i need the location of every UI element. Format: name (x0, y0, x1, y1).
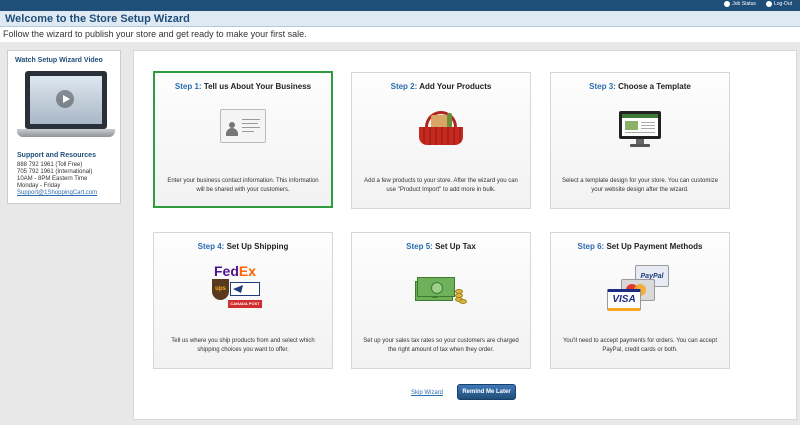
step-name: Set Up Payment Methods (606, 242, 703, 251)
ups-logo: ups (212, 279, 229, 300)
visa-logo: VISA (607, 289, 641, 311)
contact-card-icon (220, 109, 266, 143)
logout-link[interactable]: Log-Out (765, 1, 792, 7)
video-title: Watch Setup Wizard Video (15, 57, 103, 64)
video-thumbnail[interactable] (17, 71, 115, 143)
credit-cards-icon: PayPal VISA (605, 265, 675, 315)
step-card-payment[interactable]: Step 6: Set Up Payment Methods PayPal VI… (550, 232, 730, 369)
money-icon (415, 271, 467, 307)
phone-international: 705 792 1961 (International) (17, 169, 93, 175)
shipping-carriers-icon: FedEx ups CANADA POST (212, 263, 274, 317)
step-title: Step 5: Set Up Tax (352, 242, 530, 251)
step-name: Choose a Template (618, 82, 691, 91)
laptop-screen (25, 71, 107, 129)
step-title: Step 2: Add Your Products (352, 82, 530, 91)
job-status-icon (724, 1, 731, 7)
page-title: Welcome to the Store Setup Wizard (5, 13, 190, 25)
monitor-template-icon (619, 111, 661, 147)
top-bar: Job Status Log-Out (0, 0, 800, 11)
step-description: Add a few products to your store. After … (364, 178, 518, 193)
wizard-panel: Step 1: Tell us About Your Business Ente… (133, 50, 797, 420)
job-status-label: Job Status (732, 1, 756, 7)
laptop-base (17, 129, 115, 137)
support-days: Monday - Friday (17, 183, 61, 189)
logout-icon (765, 1, 772, 7)
fedex-logo: FedEx (214, 263, 257, 279)
step-card-products[interactable]: Step 2: Add Your Products Add a few prod… (351, 72, 531, 209)
remind-me-later-button[interactable]: Remind Me Later (457, 384, 516, 400)
step-card-tax[interactable]: Step 5: Set Up Tax Set up your sales tax… (351, 232, 531, 369)
step-description: Enter your business contact information.… (167, 178, 319, 193)
usps-logo (230, 282, 260, 296)
step-name: Tell us About Your Business (203, 82, 312, 91)
support-title: Support and Resources (17, 152, 96, 159)
person-icon (226, 122, 238, 136)
skip-wizard-link[interactable]: Skip Wizard (411, 390, 443, 396)
step-number: Step 2: (390, 82, 418, 91)
support-info: 888 792 1961 (Toll Free) 705 792 1961 (I… (17, 162, 97, 197)
step-number: Step 1: (174, 82, 202, 91)
phone-tollfree: 888 792 1961 (Toll Free) (17, 162, 83, 168)
job-status-link[interactable]: Job Status (724, 1, 756, 7)
canada-post-logo: CANADA POST (228, 300, 262, 308)
logout-label: Log-Out (773, 1, 792, 7)
step-description: Tell us where you ship products from and… (171, 338, 315, 353)
step-title: Step 3: Choose a Template (551, 82, 729, 91)
step-card-shipping[interactable]: Step 4: Set Up Shipping FedEx ups CANADA… (153, 232, 333, 369)
support-email-link[interactable]: Support@1ShoppingCart.com (17, 190, 97, 197)
page-subtitle: Follow the wizard to publish your store … (3, 29, 307, 39)
play-icon[interactable] (56, 90, 74, 108)
shopping-basket-icon (417, 111, 465, 145)
top-links: Job Status Log-Out (724, 1, 792, 7)
step-number: Step 6: (577, 242, 605, 251)
step-name: Add Your Products (419, 82, 492, 91)
step-number: Step 5: (406, 242, 433, 251)
step-title: Step 1: Tell us About Your Business (155, 82, 331, 91)
support-hours: 10AM - 8PM Eastern Time (17, 176, 88, 182)
step-number: Step 4: (197, 242, 225, 251)
step-card-business[interactable]: Step 1: Tell us About Your Business Ente… (153, 71, 333, 208)
step-title: Step 4: Set Up Shipping (154, 242, 332, 251)
subtitle-bar: Follow the wizard to publish your store … (0, 27, 800, 42)
step-description: Set up your sales tax rates so your cust… (363, 338, 519, 353)
step-description: Select a template design for your store.… (561, 178, 719, 193)
step-card-template[interactable]: Step 3: Choose a Template Select a templ… (550, 72, 730, 209)
step-number: Step 3: (589, 82, 616, 91)
sidebar: Watch Setup Wizard Video Support and Res… (7, 50, 121, 204)
step-title: Step 6: Set Up Payment Methods (551, 242, 729, 251)
step-name: Set Up Tax (435, 242, 476, 251)
step-name: Set Up Shipping (226, 242, 289, 251)
step-description: You'll need to accept payments for order… (562, 338, 718, 353)
title-bar: Welcome to the Store Setup Wizard (0, 11, 800, 27)
